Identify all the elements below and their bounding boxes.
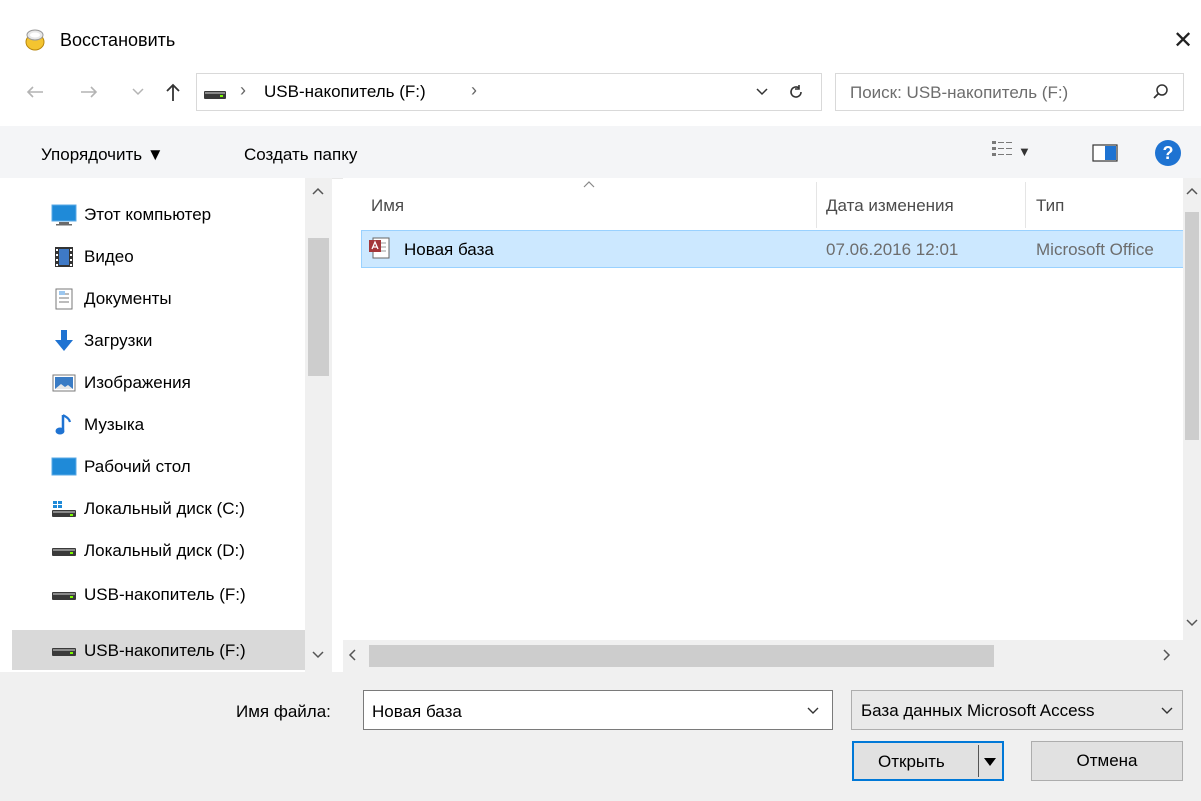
breadcrumb-current[interactable]: USB-накопитель (F:) [264, 82, 426, 102]
file-date: 07.06.2016 12:01 [826, 240, 959, 259]
column-divider[interactable] [816, 182, 817, 228]
filename-input[interactable]: Новая база [372, 702, 462, 722]
help-button[interactable]: ? [1155, 140, 1181, 166]
arrow-up-icon [166, 83, 180, 101]
nav-item-video[interactable]: Видео [50, 242, 134, 272]
cancel-button[interactable]: Отмена [1031, 741, 1183, 781]
chevron-down-icon [1160, 706, 1174, 715]
scroll-down-icon[interactable] [311, 650, 325, 660]
back-button[interactable] [22, 80, 48, 104]
nav-item-local-disk-d[interactable]: Локальный диск (D:) [50, 536, 245, 566]
chevron-down-icon [756, 88, 768, 96]
file-name: Новая база [404, 240, 494, 259]
close-button[interactable]: ✕ [1166, 22, 1200, 58]
column-divider[interactable] [1025, 182, 1026, 228]
open-button-label: Открыть [878, 752, 945, 771]
search-icon [1152, 83, 1170, 101]
file-list-horizontal-scrollbar-thumb[interactable] [369, 645, 994, 667]
forward-button[interactable] [76, 80, 102, 104]
access-db-icon [368, 236, 390, 260]
up-button[interactable] [160, 78, 186, 106]
arrow-left-icon [26, 86, 43, 98]
nav-item-documents[interactable]: Документы [50, 284, 172, 314]
pictures-icon [50, 370, 78, 396]
computer-icon [50, 202, 78, 228]
column-header-name[interactable]: Имя [371, 196, 404, 216]
access-app-icon [22, 26, 48, 52]
caret-down-icon[interactable] [984, 757, 996, 767]
file-type: Microsoft Office [1036, 240, 1154, 259]
nav-item-usb-drive-f-selected[interactable]: USB-накопитель (F:) [50, 636, 246, 666]
split-divider [978, 745, 979, 777]
refresh-icon [790, 85, 802, 98]
music-icon [50, 412, 78, 438]
video-icon [50, 244, 78, 270]
usb-drive-icon [50, 638, 78, 664]
cancel-button-label: Отмена [1076, 751, 1138, 770]
nav-item-downloads[interactable]: Загрузки [50, 326, 152, 356]
window-title: Восстановить [60, 30, 176, 50]
breadcrumb-separator: › [240, 80, 246, 100]
open-button[interactable]: Открыть [852, 741, 1004, 781]
title-bar [0, 0, 1201, 80]
scroll-up-icon[interactable] [1186, 186, 1198, 196]
scroll-down-icon[interactable] [1186, 618, 1198, 628]
documents-icon [50, 286, 78, 312]
downloads-icon [50, 328, 78, 354]
filename-label: Имя файла: [236, 702, 331, 721]
close-icon: ✕ [1172, 26, 1194, 54]
desktop-icon [50, 454, 78, 480]
address-history-button[interactable] [752, 84, 772, 100]
view-options-icon[interactable] [991, 139, 1013, 159]
column-header-date[interactable]: Дата изменения [826, 196, 954, 216]
nav-pane-scrollbar-thumb[interactable] [308, 238, 329, 376]
drive-icon [50, 538, 78, 564]
system-drive-icon [50, 496, 78, 522]
preview-pane-icon[interactable] [1092, 143, 1118, 163]
breadcrumb-separator[interactable]: › [471, 80, 477, 101]
refresh-button[interactable] [782, 80, 810, 104]
nav-item-local-disk-c[interactable]: Локальный диск (C:) [50, 494, 245, 524]
chevron-down-icon [807, 707, 819, 714]
scroll-right-icon[interactable] [1162, 648, 1172, 662]
nav-item-usb-drive-f[interactable]: USB-накопитель (F:) [50, 580, 246, 610]
help-icon: ? [1162, 142, 1174, 163]
column-header-type[interactable]: Тип [1036, 196, 1064, 216]
recent-locations-button[interactable] [130, 84, 146, 100]
search-input[interactable]: Поиск: USB-накопитель (F:) [850, 83, 1068, 103]
new-folder-button[interactable]: Создать папку [244, 145, 357, 165]
usb-drive-icon [50, 582, 78, 608]
file-list-vertical-scrollbar-thumb[interactable] [1185, 212, 1199, 440]
chevron-down-icon [132, 88, 144, 96]
sort-ascending-icon [583, 180, 595, 188]
organize-button[interactable]: Упорядочить ▼ [41, 145, 164, 165]
nav-item-pictures[interactable]: Изображения [50, 368, 191, 398]
view-dropdown-button[interactable]: ▼ [1018, 144, 1031, 159]
nav-item-this-pc[interactable]: Этот компьютер [50, 200, 211, 230]
nav-item-music[interactable]: Музыка [50, 410, 144, 440]
scroll-up-icon[interactable] [311, 186, 325, 196]
filetype-value: База данных Microsoft Access [861, 701, 1095, 720]
filename-dropdown-button[interactable] [806, 706, 820, 715]
scroll-left-icon[interactable] [347, 648, 357, 662]
drive-icon [203, 88, 227, 100]
arrow-right-icon [81, 86, 98, 98]
nav-item-desktop[interactable]: Рабочий стол [50, 452, 191, 482]
